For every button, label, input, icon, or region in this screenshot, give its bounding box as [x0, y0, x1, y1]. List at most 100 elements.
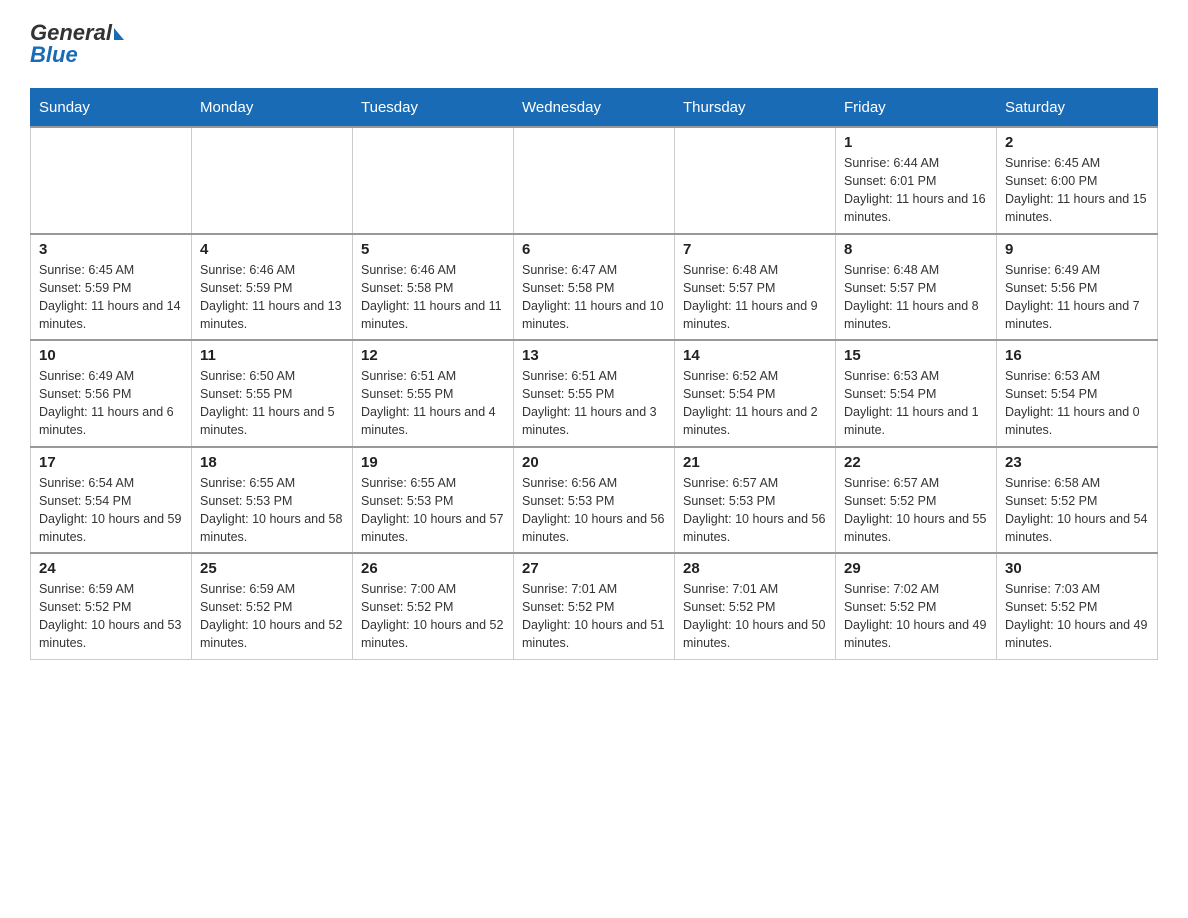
day-info: Sunrise: 7:00 AM Sunset: 5:52 PM Dayligh…	[361, 580, 505, 653]
weekday-header-row: SundayMondayTuesdayWednesdayThursdayFrid…	[31, 89, 1158, 128]
day-info: Sunrise: 6:55 AM Sunset: 5:53 PM Dayligh…	[361, 474, 505, 547]
day-info: Sunrise: 6:49 AM Sunset: 5:56 PM Dayligh…	[39, 367, 183, 440]
calendar-cell: 9Sunrise: 6:49 AM Sunset: 5:56 PM Daylig…	[997, 234, 1158, 341]
day-info: Sunrise: 7:01 AM Sunset: 5:52 PM Dayligh…	[522, 580, 666, 653]
calendar-week-row: 24 Sunrise: 6:59 AM Sunset: 5:52 PM Dayli…	[31, 553, 1158, 659]
day-number: 19	[361, 454, 505, 471]
day-info: Sunrise: 6:46 AM Sunset: 5:58 PM Dayligh…	[361, 261, 505, 334]
day-info: Sunrise: 7:02 AM Sunset: 5:52 PM Dayligh…	[844, 580, 988, 653]
calendar-cell: 6 Sunrise: 6:47 AM Sunset: 5:58 PM Daylig…	[514, 234, 675, 341]
weekday-header-tuesday: Tuesday	[353, 89, 514, 128]
calendar-week-row: 17 Sunrise: 6:54 AM Sunset: 5:54 PM Dayli…	[31, 447, 1158, 554]
day-number: 13	[522, 347, 666, 364]
day-info: Sunrise: 6:55 AM Sunset: 5:53 PM Dayligh…	[200, 474, 344, 547]
day-number: 5	[361, 241, 505, 258]
day-number: 22	[844, 454, 988, 471]
calendar-cell: 10 Sunrise: 6:49 AM Sunset: 5:56 PM Dayli…	[31, 340, 192, 447]
day-info: Sunrise: 6:45 AM Sunset: 6:00 PM Dayligh…	[1005, 154, 1149, 227]
day-info: Sunrise: 6:53 AM Sunset: 5:54 PM Dayligh…	[844, 367, 988, 440]
calendar-cell: 22 Sunrise: 6:57 AM Sunset: 5:52 PM Dayli…	[836, 447, 997, 554]
day-info: Sunrise: 6:48 AM Sunset: 5:57 PM Dayligh…	[683, 261, 827, 334]
logo-blue-text: Blue	[30, 42, 124, 68]
day-number: 15	[844, 347, 988, 364]
calendar-cell	[31, 127, 192, 234]
day-info: Sunrise: 6:50 AM Sunset: 5:55 PM Dayligh…	[200, 367, 344, 440]
day-info: Sunrise: 6:51 AM Sunset: 5:55 PM Dayligh…	[522, 367, 666, 440]
day-number: 28	[683, 560, 827, 577]
calendar-cell: 8 Sunrise: 6:48 AM Sunset: 5:57 PM Daylig…	[836, 234, 997, 341]
calendar-cell: 26 Sunrise: 7:00 AM Sunset: 5:52 PM Dayli…	[353, 553, 514, 659]
calendar-cell	[514, 127, 675, 234]
day-info: Sunrise: 6:59 AM Sunset: 5:52 PM Dayligh…	[200, 580, 344, 653]
day-info: Sunrise: 6:58 AM Sunset: 5:52 PM Dayligh…	[1005, 474, 1149, 547]
day-number: 27	[522, 560, 666, 577]
calendar-cell: 19 Sunrise: 6:55 AM Sunset: 5:53 PM Dayli…	[353, 447, 514, 554]
calendar-cell: 20 Sunrise: 6:56 AM Sunset: 5:53 PM Dayli…	[514, 447, 675, 554]
day-info: Sunrise: 6:54 AM Sunset: 5:54 PM Dayligh…	[39, 474, 183, 547]
calendar-cell: 27 Sunrise: 7:01 AM Sunset: 5:52 PM Dayli…	[514, 553, 675, 659]
day-info: Sunrise: 7:03 AM Sunset: 5:52 PM Dayligh…	[1005, 580, 1149, 653]
calendar-cell: 7Sunrise: 6:48 AM Sunset: 5:57 PM Daylig…	[675, 234, 836, 341]
logo: General Blue	[30, 20, 124, 68]
calendar-cell	[192, 127, 353, 234]
day-info: Sunrise: 6:57 AM Sunset: 5:52 PM Dayligh…	[844, 474, 988, 547]
day-number: 8	[844, 241, 988, 258]
logo-triangle-icon	[114, 28, 124, 40]
day-number: 17	[39, 454, 183, 471]
calendar-cell: 30 Sunrise: 7:03 AM Sunset: 5:52 PM Dayli…	[997, 553, 1158, 659]
day-info: Sunrise: 6:52 AM Sunset: 5:54 PM Dayligh…	[683, 367, 827, 440]
page-header: General Blue	[30, 20, 1158, 68]
day-number: 12	[361, 347, 505, 364]
day-info: Sunrise: 6:44 AM Sunset: 6:01 PM Dayligh…	[844, 154, 988, 227]
day-number: 20	[522, 454, 666, 471]
weekday-header-wednesday: Wednesday	[514, 89, 675, 128]
day-number: 9	[1005, 241, 1149, 258]
calendar-week-row: 3 Sunrise: 6:45 AM Sunset: 5:59 PM Daylig…	[31, 234, 1158, 341]
calendar-week-row: 1 Sunrise: 6:44 AM Sunset: 6:01 PM Daylig…	[31, 127, 1158, 234]
day-number: 29	[844, 560, 988, 577]
calendar-cell: 12 Sunrise: 6:51 AM Sunset: 5:55 PM Dayli…	[353, 340, 514, 447]
calendar-cell: 21Sunrise: 6:57 AM Sunset: 5:53 PM Dayli…	[675, 447, 836, 554]
calendar-week-row: 10 Sunrise: 6:49 AM Sunset: 5:56 PM Dayli…	[31, 340, 1158, 447]
day-number: 30	[1005, 560, 1149, 577]
day-number: 25	[200, 560, 344, 577]
calendar-cell	[675, 127, 836, 234]
calendar-cell: 28 Sunrise: 7:01 AM Sunset: 5:52 PM Dayli…	[675, 553, 836, 659]
calendar-cell: 2 Sunrise: 6:45 AM Sunset: 6:00 PM Daylig…	[997, 127, 1158, 234]
day-number: 2	[1005, 134, 1149, 151]
calendar-cell: 5 Sunrise: 6:46 AM Sunset: 5:58 PM Daylig…	[353, 234, 514, 341]
day-info: Sunrise: 6:53 AM Sunset: 5:54 PM Dayligh…	[1005, 367, 1149, 440]
calendar-cell: 15 Sunrise: 6:53 AM Sunset: 5:54 PM Dayli…	[836, 340, 997, 447]
day-number: 6	[522, 241, 666, 258]
day-number: 24	[39, 560, 183, 577]
calendar-cell: 23 Sunrise: 6:58 AM Sunset: 5:52 PM Dayli…	[997, 447, 1158, 554]
calendar-cell: 18 Sunrise: 6:55 AM Sunset: 5:53 PM Dayli…	[192, 447, 353, 554]
calendar-table: SundayMondayTuesdayWednesdayThursdayFrid…	[30, 88, 1158, 660]
day-info: Sunrise: 7:01 AM Sunset: 5:52 PM Dayligh…	[683, 580, 827, 653]
day-number: 10	[39, 347, 183, 364]
day-number: 23	[1005, 454, 1149, 471]
day-number: 26	[361, 560, 505, 577]
day-info: Sunrise: 6:56 AM Sunset: 5:53 PM Dayligh…	[522, 474, 666, 547]
day-info: Sunrise: 6:48 AM Sunset: 5:57 PM Dayligh…	[844, 261, 988, 334]
calendar-cell: 14Sunrise: 6:52 AM Sunset: 5:54 PM Dayli…	[675, 340, 836, 447]
weekday-header-friday: Friday	[836, 89, 997, 128]
calendar-header: SundayMondayTuesdayWednesdayThursdayFrid…	[31, 89, 1158, 128]
weekday-header-monday: Monday	[192, 89, 353, 128]
calendar-cell: 1 Sunrise: 6:44 AM Sunset: 6:01 PM Daylig…	[836, 127, 997, 234]
day-info: Sunrise: 6:47 AM Sunset: 5:58 PM Dayligh…	[522, 261, 666, 334]
day-info: Sunrise: 6:45 AM Sunset: 5:59 PM Dayligh…	[39, 261, 183, 334]
day-number: 16	[1005, 347, 1149, 364]
day-info: Sunrise: 6:51 AM Sunset: 5:55 PM Dayligh…	[361, 367, 505, 440]
day-number: 3	[39, 241, 183, 258]
weekday-header-saturday: Saturday	[997, 89, 1158, 128]
calendar-cell: 4Sunrise: 6:46 AM Sunset: 5:59 PM Daylig…	[192, 234, 353, 341]
calendar-cell: 17 Sunrise: 6:54 AM Sunset: 5:54 PM Dayli…	[31, 447, 192, 554]
day-number: 1	[844, 134, 988, 151]
day-info: Sunrise: 6:59 AM Sunset: 5:52 PM Dayligh…	[39, 580, 183, 653]
day-number: 11	[200, 347, 344, 364]
calendar-cell: 25 Sunrise: 6:59 AM Sunset: 5:52 PM Dayli…	[192, 553, 353, 659]
calendar-cell: 16 Sunrise: 6:53 AM Sunset: 5:54 PM Dayli…	[997, 340, 1158, 447]
day-number: 18	[200, 454, 344, 471]
calendar-cell: 24 Sunrise: 6:59 AM Sunset: 5:52 PM Dayli…	[31, 553, 192, 659]
